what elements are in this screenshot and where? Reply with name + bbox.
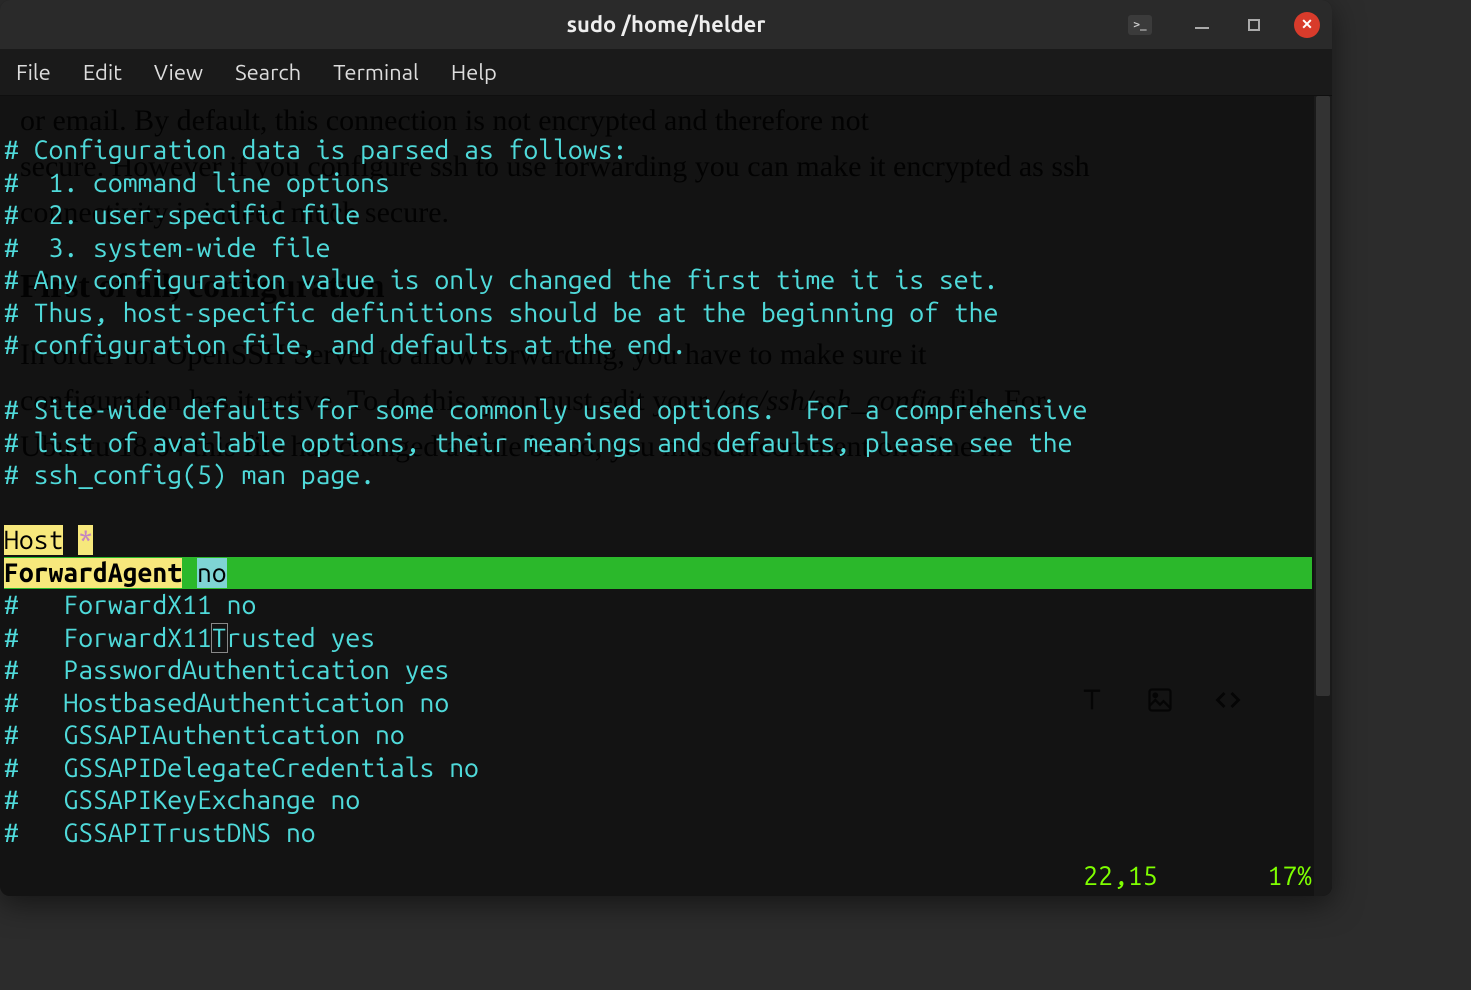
host-glob: * bbox=[78, 525, 93, 555]
menu-search[interactable]: Search bbox=[235, 60, 301, 85]
editor-content: # Configuration data is parsed as follow… bbox=[4, 98, 1332, 849]
vim-status-bar: 22,15 17% bbox=[1083, 860, 1312, 893]
menubar: File Edit View Search Terminal Help bbox=[0, 50, 1332, 96]
editor-line: # HostbasedAuthentication no bbox=[4, 687, 1332, 720]
editor-line bbox=[4, 492, 1332, 525]
editor-line: # Thus, host-specific definitions should… bbox=[4, 297, 1332, 330]
window-title: sudo /home/helder bbox=[567, 12, 766, 37]
editor-line: # GSSAPITrustDNS no bbox=[4, 817, 1332, 850]
menu-file[interactable]: File bbox=[16, 60, 51, 85]
terminal-app-icon bbox=[1128, 15, 1152, 35]
config-key: ForwardAgent bbox=[4, 558, 182, 588]
editor-line: # 2. user-specific file bbox=[4, 199, 1332, 232]
editor-line: # ssh_config(5) man page. bbox=[4, 459, 1332, 492]
editor-line: # PasswordAuthentication yes bbox=[4, 654, 1332, 687]
window-controls bbox=[1190, 12, 1320, 38]
menu-terminal[interactable]: Terminal bbox=[333, 60, 419, 85]
terminal-viewport[interactable]: or email. By default, this connection is… bbox=[0, 96, 1332, 896]
editor-line: # configuration file, and defaults at th… bbox=[4, 329, 1332, 362]
editor-line bbox=[4, 362, 1332, 395]
scroll-percent: 17% bbox=[1267, 860, 1312, 893]
editor-line: # ForwardX11 no bbox=[4, 589, 1332, 622]
minimize-button[interactable] bbox=[1190, 13, 1214, 37]
menu-help[interactable]: Help bbox=[451, 60, 497, 85]
host-keyword: Host bbox=[4, 525, 63, 555]
terminal-window: sudo /home/helder File Edit View Search … bbox=[0, 0, 1332, 896]
maximize-button[interactable] bbox=[1242, 13, 1266, 37]
close-button[interactable] bbox=[1294, 12, 1320, 38]
editor-cursor-line: ForwardAgent no bbox=[4, 557, 1332, 590]
menu-edit[interactable]: Edit bbox=[83, 60, 122, 85]
editor-line: # list of available options, their meani… bbox=[4, 427, 1332, 460]
editor-line: # 1. command line options bbox=[4, 167, 1332, 200]
editor-host-line: Host * bbox=[4, 524, 1332, 557]
editor-line: # Site-wide defaults for some commonly u… bbox=[4, 394, 1332, 427]
cursor-position: 22,15 bbox=[1083, 860, 1157, 893]
editor-line: # ForwardX11Trusted yes bbox=[4, 622, 1332, 655]
editor-line: # Configuration data is parsed as follow… bbox=[4, 134, 1332, 167]
config-value: no bbox=[197, 558, 227, 588]
editor-line: # GSSAPIAuthentication no bbox=[4, 719, 1332, 752]
editor-line: # GSSAPIKeyExchange no bbox=[4, 784, 1332, 817]
editor-line: # 3. system-wide file bbox=[4, 232, 1332, 265]
editor-line: # GSSAPIDelegateCredentials no bbox=[4, 752, 1332, 785]
titlebar[interactable]: sudo /home/helder bbox=[0, 0, 1332, 50]
editor-line: # Any configuration value is only change… bbox=[4, 264, 1332, 297]
menu-view[interactable]: View bbox=[154, 60, 203, 85]
